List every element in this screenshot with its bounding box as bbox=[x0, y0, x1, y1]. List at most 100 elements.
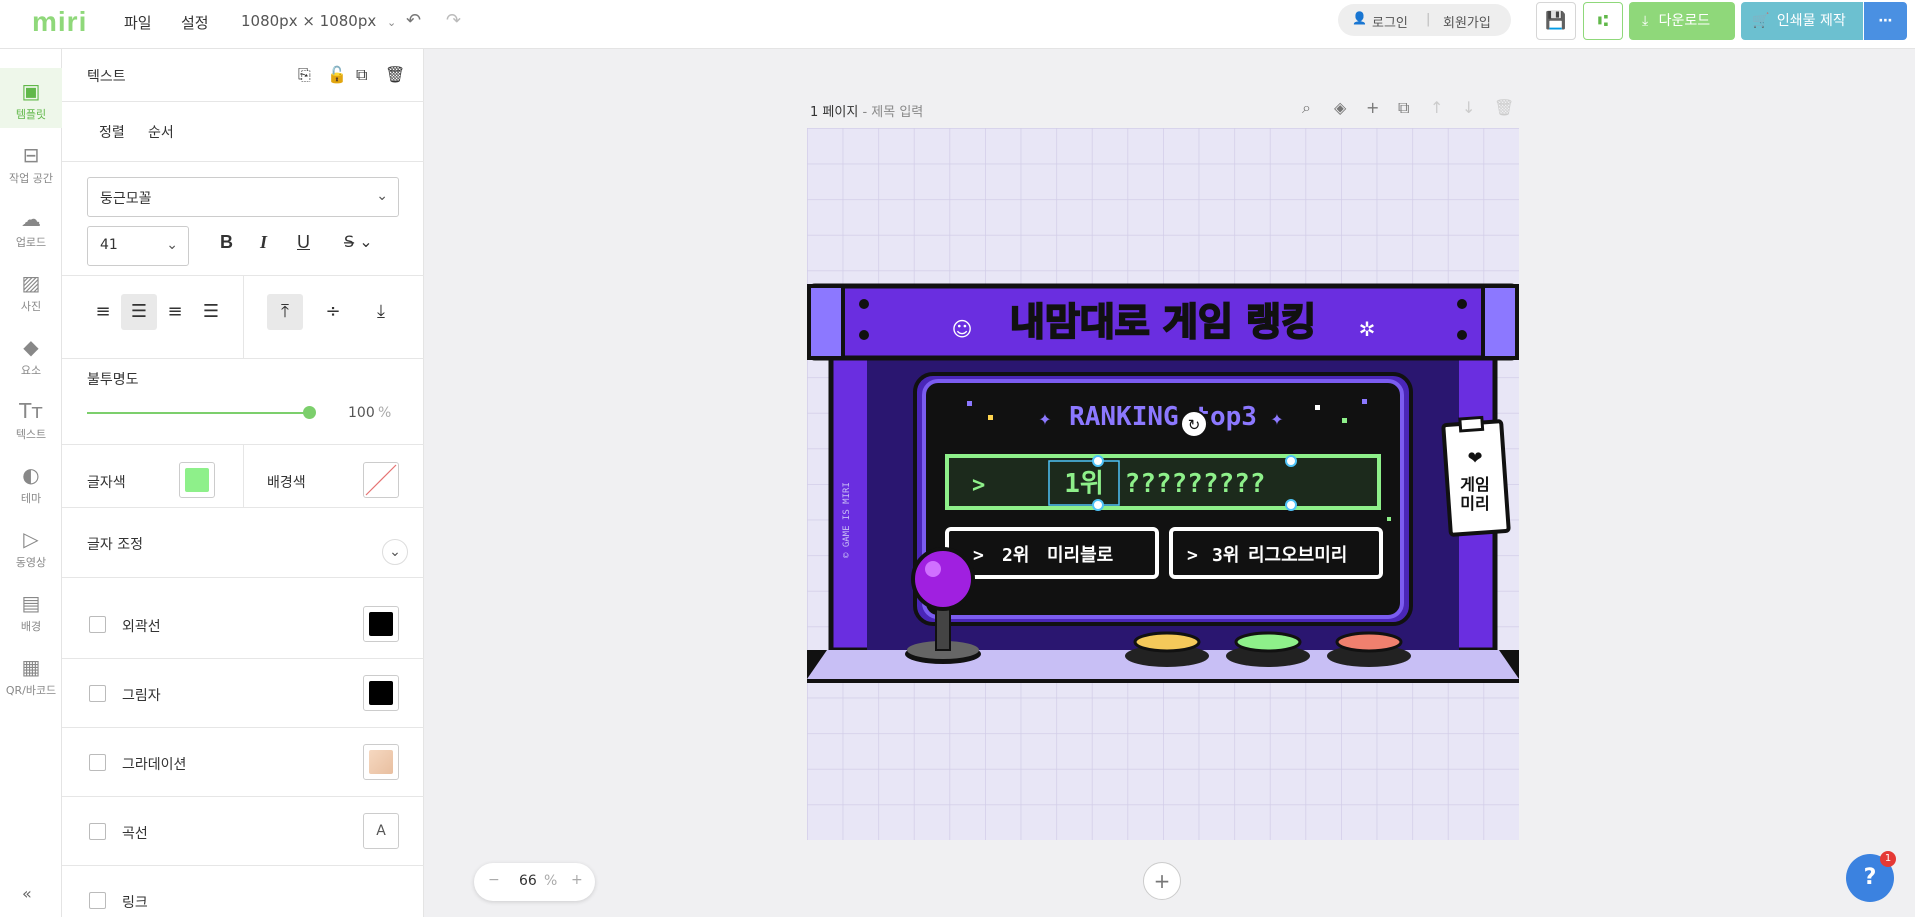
shadow-label: 그림자 bbox=[122, 688, 161, 704]
zoom-value[interactable]: 66 bbox=[519, 873, 537, 889]
redo-icon[interactable]: ↷ bbox=[446, 10, 461, 31]
rank3-name[interactable]: 리그오브미리 bbox=[1248, 545, 1347, 566]
divider bbox=[243, 276, 244, 358]
miri-logo[interactable]: miri bbox=[32, 6, 87, 38]
divider bbox=[62, 658, 424, 659]
rank1-name[interactable]: ????????? bbox=[1125, 469, 1266, 499]
nav-item-8[interactable]: ▤ 배경 bbox=[0, 580, 62, 640]
underline-button[interactable]: U bbox=[297, 232, 310, 253]
align-justify-icon[interactable]: ☰ bbox=[193, 294, 229, 330]
zoom-out-icon[interactable]: − bbox=[488, 872, 500, 888]
share-icon[interactable]: ⑆ bbox=[1583, 2, 1623, 40]
outline-checkbox[interactable] bbox=[89, 616, 106, 633]
opacity-slider[interactable] bbox=[87, 412, 307, 414]
sparkle-icon: ✦ bbox=[1038, 410, 1051, 429]
nav-item-9[interactable]: ▦ QR/바코드 bbox=[0, 644, 62, 704]
add-icon[interactable]: + bbox=[1366, 98, 1379, 117]
save-icon[interactable]: 💾 bbox=[1536, 2, 1576, 40]
menu-file[interactable]: 파일 bbox=[124, 12, 152, 33]
background-icon: ▤ bbox=[21, 591, 41, 615]
curve-checkbox[interactable] bbox=[89, 823, 106, 840]
add-page-icon[interactable]: + bbox=[1143, 862, 1181, 900]
tab-align[interactable]: 정렬 bbox=[99, 122, 125, 142]
nav-item-5[interactable]: Tт 텍스트 bbox=[0, 388, 62, 448]
bold-button[interactable]: B bbox=[220, 232, 233, 253]
tag-line2[interactable]: 미리 bbox=[1460, 494, 1489, 513]
text-color-swatch[interactable] bbox=[179, 462, 215, 498]
nav-item-7[interactable]: ▷ 동영상 bbox=[0, 516, 62, 576]
shadow-color-fill bbox=[369, 681, 393, 705]
signup-button[interactable]: 회원가입 bbox=[1443, 12, 1491, 31]
shadow-color-swatch[interactable] bbox=[363, 675, 399, 711]
duplicate-icon[interactable]: ⧉ bbox=[356, 65, 367, 85]
align-right-icon[interactable]: ≡ bbox=[157, 294, 193, 330]
page-title-input[interactable]: - 제목 입력 bbox=[862, 105, 923, 120]
nav-item-6[interactable]: ◐ 테마 bbox=[0, 452, 62, 512]
tab-order[interactable]: 순서 bbox=[148, 122, 174, 142]
valign-top-icon[interactable]: ⤒ bbox=[267, 294, 303, 330]
link-checkbox[interactable] bbox=[89, 892, 106, 909]
font-size-value: 41 bbox=[100, 237, 118, 253]
strikethrough-icon[interactable]: S̶ ⌄ bbox=[344, 232, 373, 251]
tag-line1[interactable]: 게임 bbox=[1460, 475, 1489, 494]
outline-color-fill bbox=[369, 612, 393, 636]
elements-icon: ◆ bbox=[23, 335, 39, 359]
collapse-panel-icon[interactable]: « bbox=[22, 884, 32, 903]
rank2-name[interactable]: 미리블로 bbox=[1047, 545, 1113, 566]
selection-handle[interactable] bbox=[1285, 499, 1297, 511]
shadow-checkbox[interactable] bbox=[89, 685, 106, 702]
move-up-icon[interactable]: ↑ bbox=[1430, 98, 1443, 117]
rank1-position[interactable]: 1위 bbox=[1064, 469, 1104, 499]
nav-item-1[interactable]: ⊟ 작업 공간 bbox=[0, 132, 62, 192]
gradient-label: 그라데이션 bbox=[122, 757, 187, 773]
qr-code-icon: ▦ bbox=[21, 655, 41, 679]
design-page[interactable]: ☺ ✲ 내맘대로 게임 랭킹 © GAME IS MIRI RANKING to… bbox=[807, 128, 1519, 840]
cart-icon: 🛒 bbox=[1752, 13, 1770, 29]
font-size-select[interactable]: 41 ⌄ bbox=[87, 226, 189, 266]
expand-chevron-icon[interactable]: ⌄ bbox=[382, 539, 408, 565]
undo-icon[interactable]: ↶ bbox=[406, 10, 421, 31]
zoom-in-icon[interactable]: + bbox=[571, 872, 583, 888]
copy-page-icon[interactable]: ⧉ bbox=[1398, 98, 1409, 118]
selection-handle[interactable] bbox=[1092, 499, 1104, 511]
menu-settings[interactable]: 설정 bbox=[181, 12, 209, 33]
nav-item-label: QR/바코드 bbox=[5, 684, 57, 697]
nav-item-4[interactable]: ◆ 요소 bbox=[0, 324, 62, 384]
opacity-value[interactable]: 100 bbox=[348, 405, 375, 421]
print-button[interactable]: 🛒 인쇄물 제작 bbox=[1741, 2, 1863, 40]
gradient-color-swatch[interactable] bbox=[363, 744, 399, 780]
download-button[interactable]: ⤓ 다운로드 bbox=[1629, 2, 1735, 40]
selection-handle[interactable] bbox=[1092, 455, 1104, 467]
valign-bottom-icon[interactable]: ⤓ bbox=[363, 294, 399, 330]
gradient-checkbox[interactable] bbox=[89, 754, 106, 771]
lock-icon[interactable]: 🔓 bbox=[327, 65, 347, 84]
video-play-icon: ▷ bbox=[23, 527, 39, 551]
font-family-select[interactable]: 둥근모꼴 ⌄ bbox=[87, 177, 399, 217]
move-down-icon[interactable]: ↓ bbox=[1462, 98, 1475, 117]
fill-bucket-icon[interactable]: ◈ bbox=[1334, 98, 1346, 117]
outline-color-swatch[interactable] bbox=[363, 606, 399, 642]
trash-icon[interactable]: 🗑 bbox=[385, 65, 405, 84]
italic-button[interactable]: I bbox=[260, 232, 267, 253]
nav-item-3[interactable]: ▨ 사진 bbox=[0, 260, 62, 320]
rank2-position[interactable]: 2위 bbox=[1002, 545, 1029, 566]
nav-item-2[interactable]: ☁ 업로드 bbox=[0, 196, 62, 256]
archive-icon: ⊟ bbox=[22, 143, 40, 167]
magic-icon[interactable]: ⌕ bbox=[1302, 98, 1311, 118]
login-button[interactable]: 로그인 bbox=[1372, 12, 1408, 31]
curve-text-icon[interactable]: A bbox=[363, 813, 399, 849]
format-painter-icon[interactable]: ⎘ bbox=[298, 65, 311, 85]
canvas-size-select[interactable]: 1080px × 1080px ⌄ bbox=[241, 12, 396, 30]
nav-item-0[interactable]: ▣ 템플릿 bbox=[0, 68, 62, 128]
opacity-slider-handle[interactable] bbox=[303, 406, 316, 419]
align-center-icon[interactable]: ☰ bbox=[121, 294, 157, 330]
selection-handle[interactable] bbox=[1285, 455, 1297, 467]
ranking-label[interactable]: RANKING top3 bbox=[1069, 402, 1257, 432]
valign-middle-icon[interactable]: ÷ bbox=[315, 294, 351, 330]
rank3-position[interactable]: 3위 bbox=[1212, 545, 1239, 566]
align-left-icon[interactable]: ≡ bbox=[85, 294, 121, 330]
more-button[interactable]: ⋯ bbox=[1864, 2, 1907, 40]
delete-page-icon[interactable]: 🗑 bbox=[1494, 98, 1514, 117]
design-heading[interactable]: 내맘대로 게임 랭킹 bbox=[1009, 299, 1317, 345]
bg-color-swatch[interactable] bbox=[363, 462, 399, 498]
